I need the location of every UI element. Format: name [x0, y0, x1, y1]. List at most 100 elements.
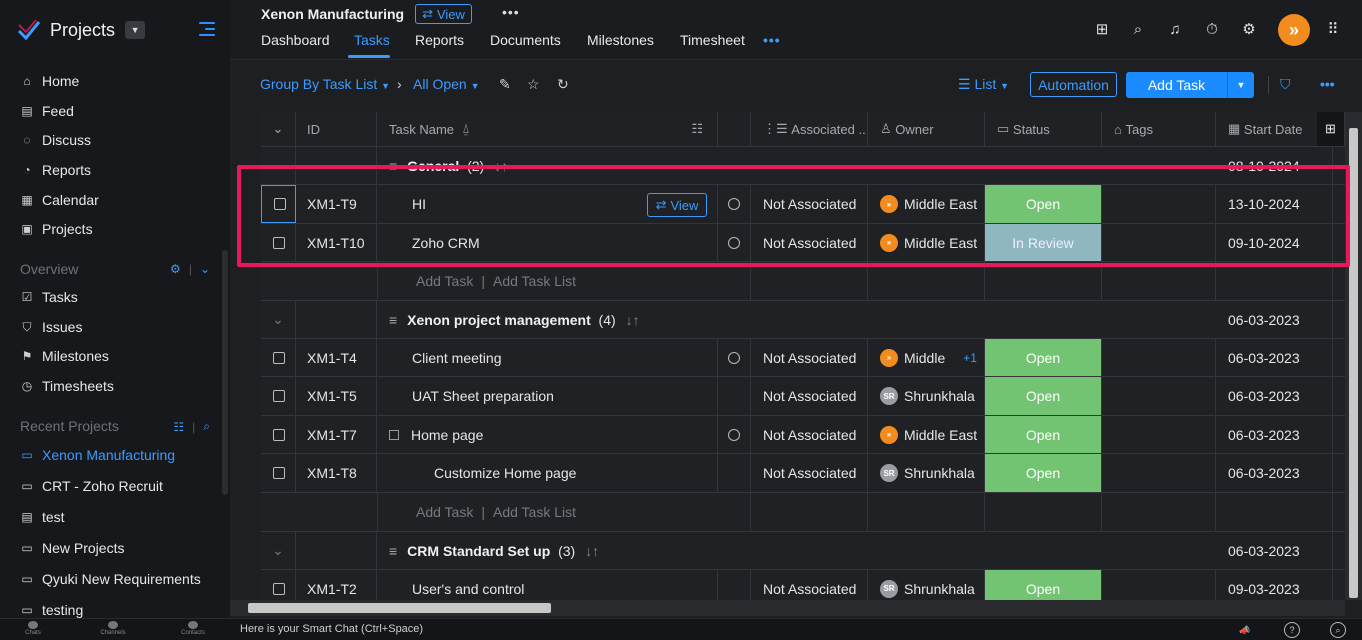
- subtask-expand-icon[interactable]: [389, 429, 399, 440]
- more-options-icon[interactable]: •••: [502, 4, 520, 20]
- task-name[interactable]: HI: [412, 196, 426, 212]
- sidebar-item-discuss[interactable]: ◌ Discuss: [0, 126, 230, 154]
- search-icon[interactable]: ⌕: [203, 419, 210, 434]
- timer-cell[interactable]: [718, 224, 751, 261]
- table-row[interactable]: XM1-T8 Customize Home page Not Associate…: [261, 454, 1345, 493]
- row-checkbox[interactable]: [273, 582, 285, 595]
- horizontal-scrollbar[interactable]: [230, 600, 1345, 616]
- status-badge[interactable]: Open: [985, 570, 1101, 600]
- filter-sliders-icon[interactable]: ☷: [173, 420, 184, 434]
- status-cell[interactable]: Open: [985, 454, 1102, 492]
- contacts-tab[interactable]: Contacts: [163, 621, 223, 636]
- scroll-thumb[interactable]: [248, 603, 551, 613]
- recent-project-item[interactable]: ▭ New Projects: [0, 534, 230, 562]
- owner-cell[interactable]: » Middle East: [868, 185, 985, 223]
- recent-project-item[interactable]: ▭ CRT - Zoho Recruit: [0, 472, 230, 500]
- tags-cell[interactable]: [1102, 185, 1216, 223]
- status-badge[interactable]: In Review: [985, 224, 1101, 261]
- task-name[interactable]: Client meeting: [412, 350, 502, 366]
- task-name[interactable]: UAT Sheet preparation: [412, 388, 554, 404]
- task-name-cell[interactable]: Zoho CRM: [377, 224, 718, 261]
- row-checkbox[interactable]: [273, 467, 285, 479]
- row-checkbox[interactable]: [273, 236, 285, 249]
- owner-extra-count[interactable]: +1: [963, 351, 977, 365]
- row-checkbox[interactable]: [274, 198, 286, 210]
- bell-icon[interactable]: ♫: [1166, 20, 1184, 38]
- sort-icon[interactable]: ↓↑: [494, 158, 508, 174]
- sidebar-item-milestones[interactable]: ⚑ Milestones: [0, 342, 230, 370]
- refresh-icon[interactable]: ↻: [557, 76, 569, 93]
- associated-cell[interactable]: Not Associated: [751, 185, 868, 223]
- help-icon[interactable]: ?: [1284, 622, 1300, 638]
- associated-cell[interactable]: Not Associated: [751, 454, 868, 492]
- project-view-button[interactable]: ⇄ View: [415, 4, 472, 24]
- star-icon[interactable]: ☆: [527, 76, 540, 93]
- group-header[interactable]: ≡ Xenon project management (4) ↓↑: [377, 301, 751, 338]
- row-select[interactable]: [261, 339, 296, 376]
- sidebar-item-projects[interactable]: ▣ Projects: [0, 215, 230, 243]
- tab-milestones[interactable]: Milestones: [587, 32, 654, 48]
- sort-icon[interactable]: ↓↑: [585, 543, 599, 559]
- sidebar-item-feed[interactable]: ▤ Feed: [0, 97, 230, 125]
- table-row[interactable]: XM1-T9 HI ⇄ View Not Associated » Middle E…: [261, 185, 1345, 224]
- associated-cell[interactable]: Not Associated: [751, 416, 868, 453]
- task-id[interactable]: XM1-T2: [296, 570, 377, 600]
- row-checkbox[interactable]: [273, 390, 285, 402]
- table-row[interactable]: XM1-T2 User's and control Not Associated…: [261, 570, 1345, 600]
- column-header-task-name[interactable]: Task Name ⍙ ☷: [377, 112, 718, 146]
- status-cell[interactable]: In Review: [985, 224, 1102, 261]
- sidebar-item-tasks[interactable]: ☑ Tasks: [0, 283, 230, 311]
- task-name-cell[interactable]: UAT Sheet preparation: [377, 377, 718, 415]
- chevron-down-icon[interactable]: ⌄: [200, 262, 210, 276]
- group-row[interactable]: ≡ General (2) ↓↑ 08-10-2024: [261, 147, 1345, 185]
- task-id[interactable]: XM1-T8: [296, 454, 377, 492]
- status-badge[interactable]: Open: [985, 454, 1101, 492]
- owner-cell[interactable]: » Middle East: [868, 416, 985, 453]
- add-task-list-link[interactable]: Add Task List: [493, 273, 576, 289]
- timer-cell[interactable]: [718, 416, 751, 453]
- status-badge[interactable]: Open: [985, 416, 1101, 453]
- timer-icon[interactable]: [728, 351, 740, 364]
- tags-cell[interactable]: [1102, 416, 1216, 453]
- owner-cell[interactable]: » Middle +1: [868, 339, 985, 376]
- channels-tab[interactable]: Channels: [83, 621, 143, 636]
- row-select[interactable]: [261, 185, 296, 223]
- search-icon[interactable]: ⌕: [1330, 622, 1346, 638]
- sidebar-item-reports[interactable]: ◔ Reports: [0, 156, 230, 184]
- view-filter-dropdown[interactable]: All Open ▼: [413, 76, 480, 92]
- task-name-cell[interactable]: User's and control: [377, 570, 718, 600]
- add-task-dropdown[interactable]: ▼: [1227, 72, 1254, 98]
- pencil-icon[interactable]: ✎: [499, 76, 511, 93]
- collapse-all-icon[interactable]: ⌄: [261, 112, 296, 146]
- owner-cell[interactable]: SR Shrunkhala: [868, 570, 985, 600]
- status-cell[interactable]: Open: [985, 377, 1102, 415]
- add-task-link[interactable]: Add Task: [416, 273, 473, 289]
- add-icon[interactable]: ⊞: [1093, 20, 1111, 38]
- associated-cell[interactable]: Not Associated: [751, 377, 868, 415]
- task-name[interactable]: Zoho CRM: [412, 235, 480, 251]
- recent-project-item[interactable]: ▭ Xenon Manufacturing: [0, 441, 230, 469]
- owner-cell[interactable]: SR Shrunkhala: [868, 377, 985, 415]
- timer-icon[interactable]: [728, 236, 740, 249]
- task-id[interactable]: XM1-T5: [296, 377, 377, 415]
- gear-icon[interactable]: ⚙: [1240, 20, 1258, 38]
- user-avatar[interactable]: »: [1278, 14, 1310, 46]
- task-id[interactable]: XM1-T10: [296, 224, 377, 261]
- layout-list-dropdown[interactable]: ☰ List ▼: [958, 76, 1009, 93]
- add-task-button[interactable]: Add Task: [1126, 72, 1227, 98]
- tab-documents[interactable]: Documents: [490, 32, 561, 48]
- status-cell[interactable]: Open: [985, 339, 1102, 376]
- automation-button[interactable]: Automation: [1030, 72, 1117, 97]
- start-date-cell[interactable]: 06-03-2023: [1216, 377, 1333, 415]
- timer-cell[interactable]: [718, 185, 751, 223]
- task-name[interactable]: User's and control: [412, 581, 524, 597]
- status-cell[interactable]: Open: [985, 570, 1102, 600]
- tab-timesheet[interactable]: Timesheet: [680, 32, 745, 48]
- apps-grid-icon[interactable]: ⠿: [1324, 20, 1342, 38]
- owner-cell[interactable]: » Middle East: [868, 224, 985, 261]
- task-view-button[interactable]: ⇄ View: [647, 193, 707, 217]
- task-name[interactable]: Home page: [411, 427, 483, 443]
- chats-tab[interactable]: Chats: [3, 621, 63, 636]
- group-by-dropdown[interactable]: Group By Task List ▼: [260, 76, 390, 92]
- tags-cell[interactable]: [1102, 224, 1216, 261]
